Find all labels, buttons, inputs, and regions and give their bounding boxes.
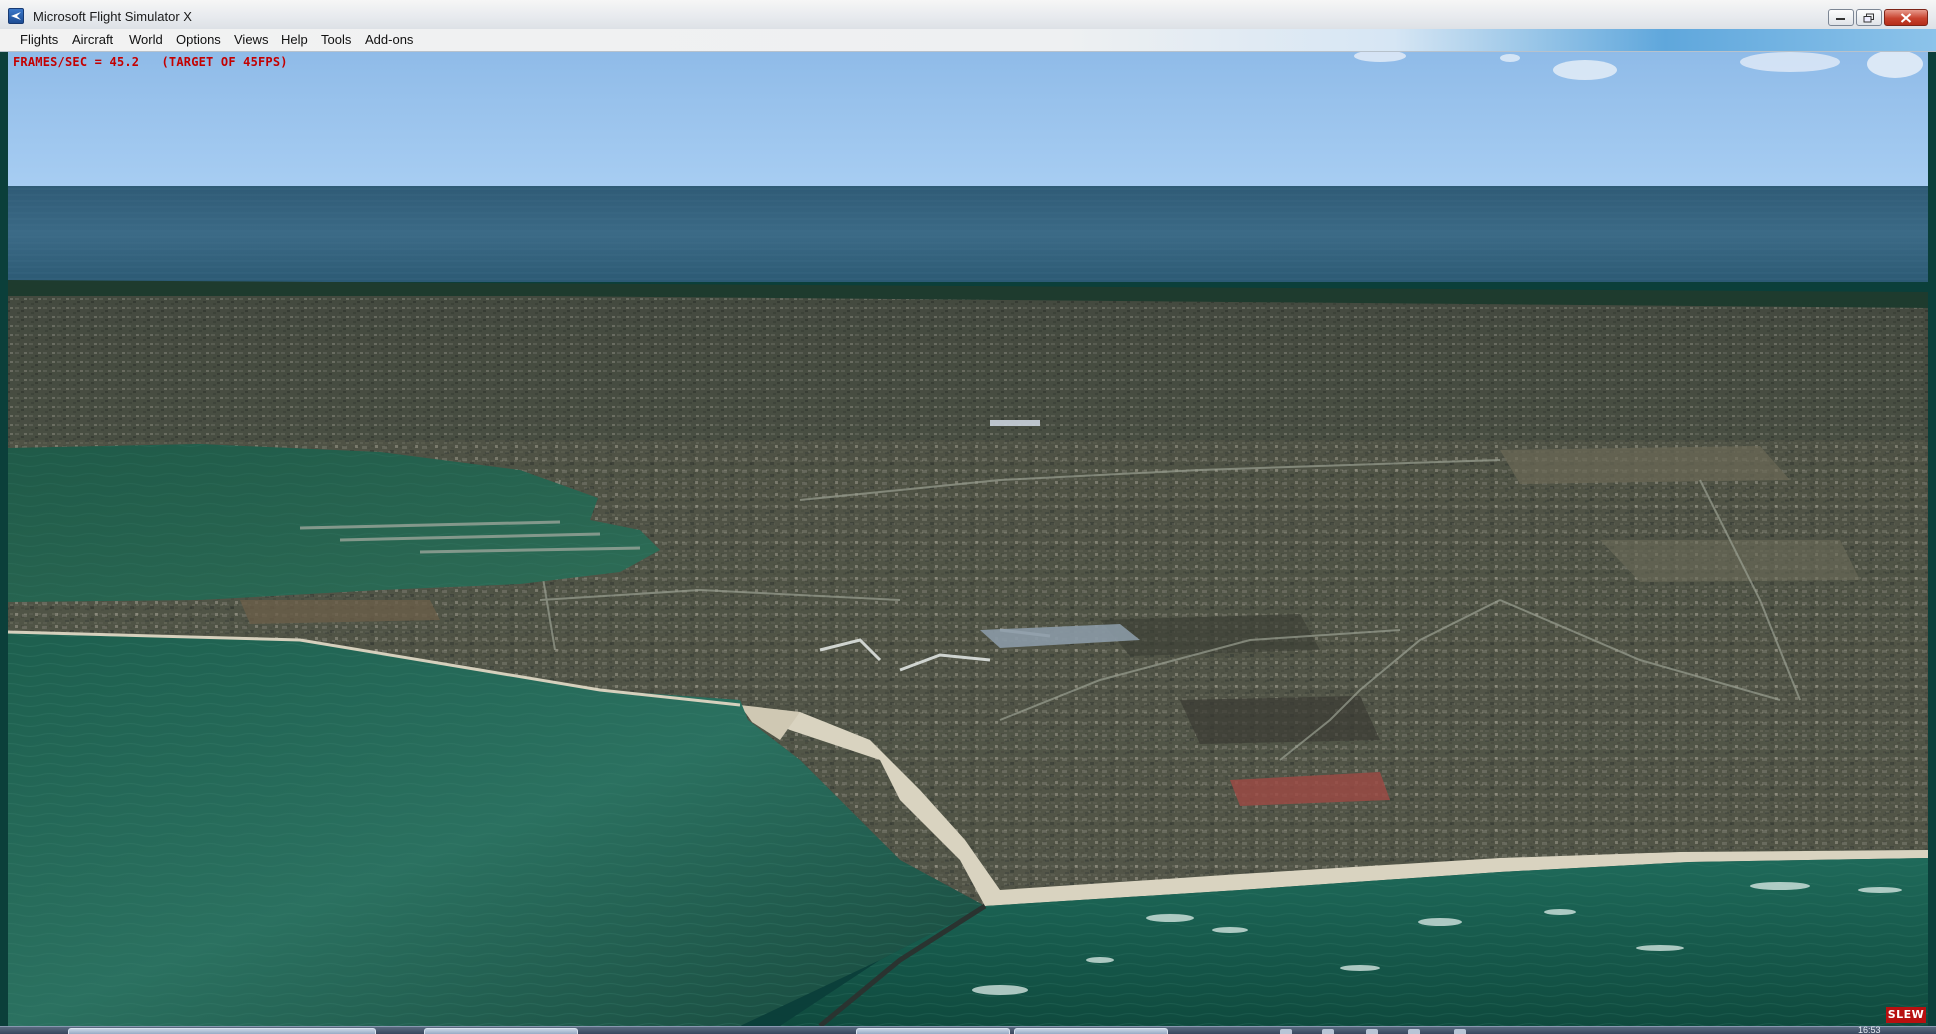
menu-help[interactable]: Help — [278, 32, 311, 47]
menu-views[interactable]: Views — [231, 32, 271, 47]
tray-icon[interactable] — [1454, 1029, 1466, 1034]
menu-world[interactable]: World — [126, 32, 166, 47]
taskbar-button[interactable] — [856, 1028, 1010, 1034]
tray-icon[interactable] — [1280, 1029, 1292, 1034]
menu-flights[interactable]: Flights — [17, 32, 61, 47]
close-icon — [1900, 12, 1912, 23]
tray-icon[interactable] — [1408, 1029, 1420, 1034]
close-button[interactable] — [1884, 9, 1928, 26]
taskbar-button[interactable] — [68, 1028, 376, 1034]
flight-view[interactable] — [0, 52, 1936, 1026]
restore-button[interactable] — [1856, 9, 1882, 26]
taskbar-button[interactable] — [1014, 1028, 1168, 1034]
restore-icon — [1863, 13, 1874, 22]
menu-options[interactable]: Options — [173, 32, 224, 47]
minimize-button[interactable] — [1828, 9, 1854, 26]
menu-tools[interactable]: Tools — [318, 32, 354, 47]
tray-icon[interactable] — [1366, 1029, 1378, 1034]
aerial-scenery — [7, 52, 1928, 1026]
frame-rate-readout: FRAMES/SEC = 45.2 (TARGET OF 45FPS) — [13, 55, 288, 69]
taskbar-button[interactable] — [424, 1028, 578, 1034]
minimize-icon — [1836, 17, 1845, 20]
title-bar[interactable]: Microsoft Flight Simulator X — [0, 0, 1936, 30]
fsx-app-icon[interactable] — [8, 8, 24, 24]
taskbar: 16:53 — [0, 1025, 1936, 1034]
menu-aircraft[interactable]: Aircraft — [69, 32, 116, 47]
menu-add-ons[interactable]: Add-ons — [362, 32, 416, 47]
menu-bar: Flights Aircraft World Options Views Hel… — [0, 29, 1936, 52]
fsx-window: Microsoft Flight Simulator X Flights Air… — [0, 0, 1936, 1034]
tray-icon[interactable] — [1322, 1029, 1334, 1034]
window-title: Microsoft Flight Simulator X — [33, 9, 192, 24]
slew-mode-badge: SLEW — [1886, 1007, 1926, 1023]
taskbar-clock[interactable]: 16:53 — [1858, 1025, 1881, 1034]
